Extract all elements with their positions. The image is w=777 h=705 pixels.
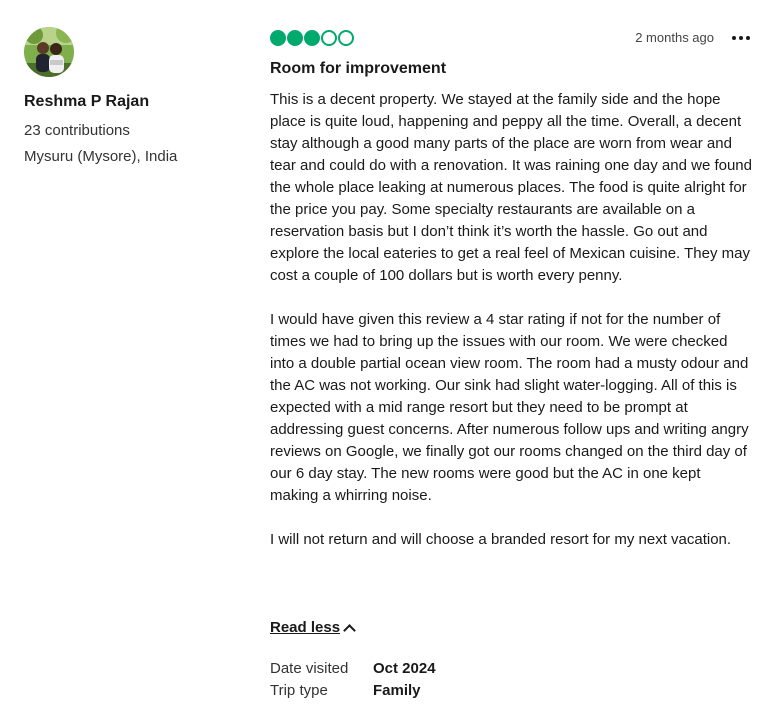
rating-bubble-empty [338, 30, 354, 46]
more-options-icon [732, 36, 736, 40]
rating-bubble-filled [304, 30, 320, 46]
date-posted: 2 months ago [635, 30, 714, 45]
review-paragraph: I will not return and will choose a bran… [270, 531, 732, 548]
review-paragraph: I would have given this review a 4 star … [270, 311, 749, 504]
date-visited-row: Date visited Oct 2024 [270, 658, 436, 680]
review-paragraph: This is a decent property. We stayed at … [270, 91, 752, 284]
trip-type-row: Trip type Family [270, 680, 436, 702]
date-visited-label: Date visited [270, 660, 349, 677]
date-visited-value: Oct 2024 [373, 660, 436, 677]
review-title: Room for improvement [270, 60, 447, 77]
more-options-icon [746, 36, 750, 40]
author-contributions: 23 contributions [24, 122, 130, 139]
read-less-label: Read less [270, 619, 341, 636]
review-card: Reshma P Rajan 23 contributions Mysuru (… [0, 0, 777, 705]
rating-bubble-empty [321, 30, 337, 46]
avatar[interactable] [24, 27, 74, 77]
more-options-button[interactable] [730, 30, 752, 46]
trip-facts: Date visited Oct 2024 Trip type Family [270, 658, 436, 702]
trip-type-value: Family [373, 682, 421, 699]
review-body: This is a decent property. We stayed at … [270, 89, 752, 551]
author-block: Reshma P Rajan 23 contributions Mysuru (… [24, 27, 244, 170]
chevron-up-icon [343, 623, 356, 637]
author-location: Mysuru (Mysore), India [24, 148, 178, 165]
trip-type-label: Trip type [270, 682, 328, 699]
author-name[interactable]: Reshma P Rajan [24, 92, 244, 112]
rating-bubble-filled [270, 30, 286, 46]
read-less-button[interactable]: Read less [270, 617, 356, 639]
rating-bubbles [270, 30, 354, 46]
more-options-icon [739, 36, 743, 40]
rating-bubble-filled [287, 30, 303, 46]
avatar-photo [24, 27, 74, 77]
